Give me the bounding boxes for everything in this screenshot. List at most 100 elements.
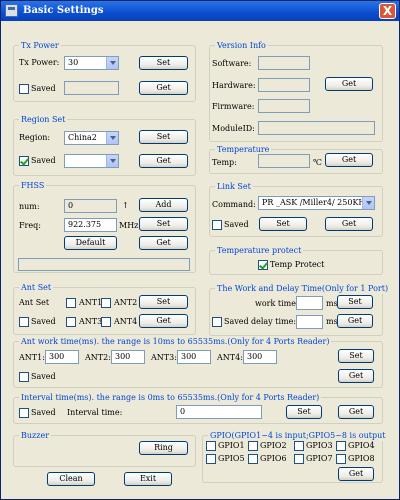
- tx-power-value: 30: [68, 58, 79, 67]
- ant2-time-field[interactable]: 300: [111, 350, 145, 364]
- work-delay-group-label: The Work and Delay Time(Only for 1 Port): [215, 283, 391, 294]
- tx-power-label: Tx Power:: [19, 58, 60, 67]
- gpio6-label: GPIO6: [260, 454, 287, 463]
- firmware-label: Firmware:: [212, 102, 255, 111]
- gpio8-checkbox[interactable]: [336, 454, 346, 464]
- version-info-group-label: Version Info: [215, 40, 268, 51]
- buzzer-group-label: Buzzer: [19, 430, 52, 441]
- chevron-down-icon: [106, 132, 118, 144]
- ant-work-get-button[interactable]: Get: [338, 369, 374, 383]
- ring-button[interactable]: Ring: [139, 441, 188, 455]
- link-saved-checkbox[interactable]: [212, 220, 222, 230]
- ant-saved-checkbox[interactable]: [19, 317, 29, 327]
- delay-time-unit: ms: [326, 317, 338, 326]
- interval-time-label: Interval time:: [67, 408, 123, 417]
- work-delay-get-button[interactable]: Get: [337, 314, 373, 328]
- tx-power-saved-label: Saved: [31, 84, 56, 93]
- ant-work-saved-label: Saved: [31, 372, 56, 381]
- fhss-frequency-list: [18, 258, 190, 271]
- gpio4-label: GPIO4: [348, 441, 375, 450]
- region-value: China2: [68, 133, 97, 142]
- module-id-field: [258, 121, 375, 135]
- close-button[interactable]: X: [379, 3, 396, 19]
- ant2-time-label: ANT2:: [85, 353, 111, 362]
- gpio4-checkbox: [336, 441, 346, 451]
- region-get-button[interactable]: Get: [139, 154, 188, 168]
- gpio6-checkbox[interactable]: [248, 454, 258, 464]
- tx-power-get-button[interactable]: Get: [139, 81, 188, 95]
- ant4-time-field[interactable]: 300: [243, 350, 277, 364]
- gpio2-label: GPIO2: [260, 441, 287, 450]
- work-time-field[interactable]: [296, 296, 323, 310]
- ant-work-set-button[interactable]: Set: [338, 349, 374, 363]
- ant-set-button[interactable]: Set: [139, 295, 188, 309]
- gpio-get-button[interactable]: Get: [338, 467, 374, 481]
- ant3-time-field[interactable]: 300: [177, 350, 211, 364]
- tx-power-saved-field: [64, 81, 119, 95]
- up-arrow-icon: ↑: [122, 201, 129, 210]
- ant1-checkbox[interactable]: [66, 298, 76, 308]
- fhss-default-button[interactable]: Default: [64, 236, 117, 250]
- link-set-group-label: Link Set: [215, 181, 253, 192]
- ant3-checkbox[interactable]: [66, 317, 76, 327]
- gpio7-checkbox[interactable]: [294, 454, 304, 464]
- work-time-label: work time:: [255, 299, 299, 308]
- gpio1-checkbox: [206, 441, 216, 451]
- ant3-time-label: ANT3:: [151, 353, 177, 362]
- chevron-down-icon: [106, 57, 118, 69]
- freq-field[interactable]: 922.375: [64, 218, 117, 232]
- ant1-time-label: ANT1:: [19, 353, 45, 362]
- region-saved-checkbox[interactable]: [19, 156, 29, 166]
- chevron-down-icon: [362, 197, 374, 209]
- tx-power-set-button[interactable]: Set: [139, 56, 188, 70]
- region-saved-select[interactable]: [64, 154, 119, 168]
- title-bar[interactable]: Basic Settings X: [1, 1, 399, 21]
- ant-work-saved-checkbox[interactable]: [19, 372, 29, 382]
- hardware-label: Hardware:: [212, 81, 256, 90]
- clean-button[interactable]: Clean: [47, 472, 95, 486]
- temp-protect-checkbox[interactable]: [258, 260, 268, 270]
- link-get-button[interactable]: Get: [325, 217, 373, 231]
- region-select[interactable]: China2: [64, 131, 119, 145]
- interval-get-button[interactable]: Get: [338, 405, 374, 419]
- temperature-get-button[interactable]: Get: [325, 153, 373, 167]
- work-delay-saved-checkbox[interactable]: [212, 317, 222, 327]
- region-set-button[interactable]: Set: [139, 130, 188, 144]
- link-saved-label: Saved: [224, 220, 249, 229]
- num-field: 0: [64, 199, 117, 213]
- gpio5-checkbox[interactable]: [206, 454, 216, 464]
- freq-unit: MHz: [119, 221, 139, 230]
- version-get-button[interactable]: Get: [325, 77, 373, 91]
- hardware-field: [258, 78, 310, 92]
- app-icon: [5, 4, 18, 17]
- tx-power-select[interactable]: 30: [64, 56, 119, 70]
- exit-button[interactable]: Exit: [124, 472, 172, 486]
- temperature-protect-group-label: Temperature protect: [215, 245, 304, 256]
- command-label: Command:: [212, 200, 256, 209]
- ant2-checkbox[interactable]: [101, 298, 111, 308]
- region-set-group-label: Region Set: [19, 114, 68, 125]
- ant4-checkbox[interactable]: [101, 317, 111, 327]
- interval-saved-checkbox[interactable]: [19, 408, 29, 418]
- delay-time-field[interactable]: [296, 315, 323, 329]
- gpio3-checkbox: [294, 441, 304, 451]
- tx-power-saved-checkbox[interactable]: [19, 84, 29, 94]
- work-delay-set-button[interactable]: Set: [337, 295, 373, 309]
- link-set-button[interactable]: Set: [259, 217, 307, 231]
- ant1-time-field[interactable]: 300: [45, 350, 79, 364]
- num-label: num:: [19, 202, 40, 211]
- interval-set-button[interactable]: Set: [286, 405, 322, 419]
- ant-get-button[interactable]: Get: [139, 314, 188, 328]
- fhss-get-button[interactable]: Get: [139, 236, 188, 250]
- delay-time-label: delay time:: [251, 317, 297, 326]
- temp-protect-label: Temp Protect: [270, 260, 325, 269]
- command-select[interactable]: PR _ASK /Miller4/ 250KHz: [258, 196, 375, 210]
- software-field: [258, 56, 310, 70]
- region-label: Region:: [19, 133, 51, 142]
- ant-work-time-group-label: Ant work time(ms). the range is 10ms to …: [19, 336, 332, 347]
- fhss-set-button[interactable]: Set: [139, 217, 188, 231]
- window-title: Basic Settings: [23, 5, 104, 16]
- ant-work-time-group: Ant work time(ms). the range is 10ms to …: [13, 336, 383, 388]
- fhss-add-button[interactable]: Add: [139, 198, 188, 212]
- interval-time-field[interactable]: 0: [176, 405, 262, 419]
